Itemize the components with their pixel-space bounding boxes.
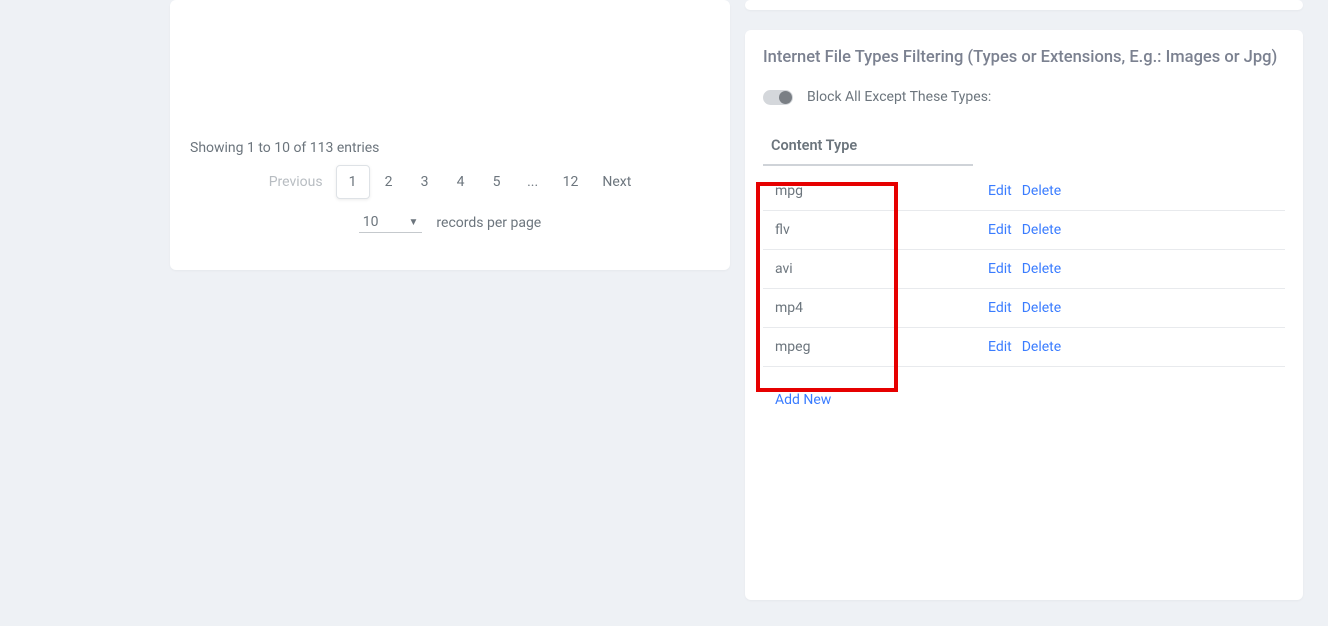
content-type-table: Content Type mpg Edit Delete flv Edit De… <box>763 127 1285 408</box>
pagination-page-5[interactable]: 5 <box>480 165 514 199</box>
pagination-previous[interactable]: Previous <box>258 165 334 199</box>
toggle-knob <box>779 91 792 104</box>
content-type-cell: mpg <box>763 183 988 199</box>
toggle-label: Block All Except These Types: <box>807 89 991 105</box>
records-select[interactable]: 10 ▼ <box>359 212 423 233</box>
block-all-toggle[interactable] <box>763 90 793 105</box>
records-per-page-row: 10 ▼ records per page <box>170 212 730 233</box>
records-label: records per page <box>436 215 541 231</box>
pagination: Previous 1 2 3 4 5 ... 12 Next <box>170 165 730 199</box>
pagination-page-3[interactable]: 3 <box>408 165 442 199</box>
entries-summary: Showing 1 to 10 of 113 entries <box>190 140 379 156</box>
row-actions: Edit Delete <box>988 339 1061 355</box>
table-row: mp4 Edit Delete <box>763 289 1285 328</box>
content-type-cell: mpeg <box>763 339 988 355</box>
table-row: mpg Edit Delete <box>763 172 1285 211</box>
delete-link[interactable]: Delete <box>1022 222 1061 238</box>
right-panel: Internet File Types Filtering (Types or … <box>745 0 1303 600</box>
pagination-ellipsis: ... <box>516 165 550 199</box>
content-type-cell: flv <box>763 222 988 238</box>
row-actions: Edit Delete <box>988 183 1061 199</box>
edit-link[interactable]: Edit <box>988 183 1012 199</box>
card-title: Internet File Types Filtering (Types or … <box>763 48 1285 67</box>
delete-link[interactable]: Delete <box>1022 300 1061 316</box>
edit-link[interactable]: Edit <box>988 339 1012 355</box>
edit-link[interactable]: Edit <box>988 261 1012 277</box>
edit-link[interactable]: Edit <box>988 222 1012 238</box>
top-card-sliver <box>745 0 1303 10</box>
add-new-link[interactable]: Add New <box>775 392 831 408</box>
delete-link[interactable]: Delete <box>1022 183 1061 199</box>
records-select-value: 10 <box>363 214 379 230</box>
file-types-card: Internet File Types Filtering (Types or … <box>745 30 1303 600</box>
pagination-page-12[interactable]: 12 <box>552 165 590 199</box>
pagination-page-2[interactable]: 2 <box>372 165 406 199</box>
content-type-cell: mp4 <box>763 300 988 316</box>
content-type-cell: avi <box>763 261 988 277</box>
table-row: flv Edit Delete <box>763 211 1285 250</box>
row-actions: Edit Delete <box>988 300 1061 316</box>
pagination-page-4[interactable]: 4 <box>444 165 478 199</box>
toggle-row: Block All Except These Types: <box>763 89 1285 105</box>
content-type-header: Content Type <box>771 137 857 154</box>
chevron-down-icon: ▼ <box>409 217 419 228</box>
pagination-next[interactable]: Next <box>591 165 642 199</box>
delete-link[interactable]: Delete <box>1022 261 1061 277</box>
pagination-page-1[interactable]: 1 <box>336 165 370 199</box>
table-row: mpeg Edit Delete <box>763 328 1285 367</box>
row-actions: Edit Delete <box>988 261 1061 277</box>
add-new-row: Add New <box>763 389 1285 408</box>
table-body: mpg Edit Delete flv Edit Delete avi <box>763 172 1285 367</box>
table-header-row: Content Type <box>763 127 973 166</box>
delete-link[interactable]: Delete <box>1022 339 1061 355</box>
edit-link[interactable]: Edit <box>988 300 1012 316</box>
table-row: avi Edit Delete <box>763 250 1285 289</box>
left-panel: Showing 1 to 10 of 113 entries Previous … <box>170 0 730 270</box>
row-actions: Edit Delete <box>988 222 1061 238</box>
